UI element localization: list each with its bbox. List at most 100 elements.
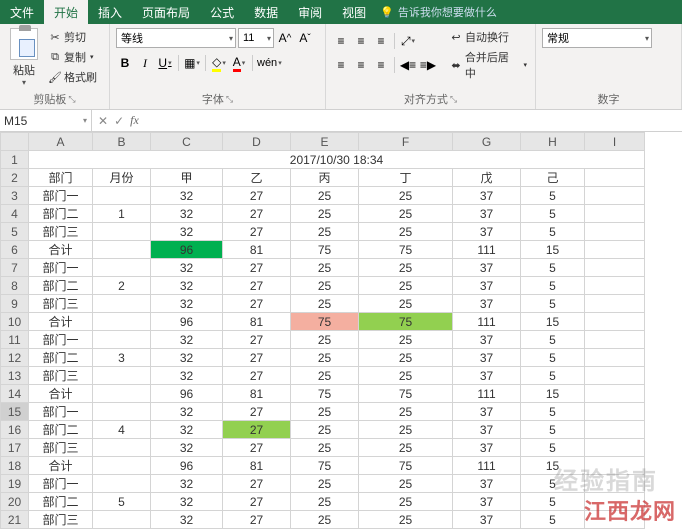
cell-F4[interactable]: 25 xyxy=(359,205,453,223)
cell-A16[interactable]: 部门二 xyxy=(29,421,93,439)
cell-G8[interactable]: 37 xyxy=(453,277,521,295)
cell-I15[interactable] xyxy=(585,403,645,421)
align-left-button[interactable]: ≡ xyxy=(332,56,350,74)
cell-D19[interactable]: 27 xyxy=(223,475,291,493)
cell-C21[interactable]: 32 xyxy=(151,511,223,529)
cell-D2[interactable]: 乙 xyxy=(223,169,291,187)
cell-H6[interactable]: 15 xyxy=(521,241,585,259)
cell-B16[interactable]: 4 xyxy=(93,421,151,439)
tell-me[interactable]: 💡 告诉我你想要做什么 xyxy=(380,4,497,20)
orientation-button[interactable]: ⤢ xyxy=(399,32,417,50)
cell-G17[interactable]: 37 xyxy=(453,439,521,457)
cell-A14[interactable]: 合计 xyxy=(29,385,93,403)
cell-B14[interactable] xyxy=(93,385,151,403)
cell-B3[interactable] xyxy=(93,187,151,205)
tab-file[interactable]: 文件 xyxy=(0,0,44,25)
cell-G3[interactable]: 37 xyxy=(453,187,521,205)
row-header-20[interactable]: 20 xyxy=(1,493,29,511)
cell-F8[interactable]: 25 xyxy=(359,277,453,295)
align-top-button[interactable]: ≡ xyxy=(332,32,350,50)
cell-G11[interactable]: 37 xyxy=(453,331,521,349)
cell-I6[interactable] xyxy=(585,241,645,259)
cell-B20[interactable]: 5 xyxy=(93,493,151,511)
cell-E7[interactable]: 25 xyxy=(291,259,359,277)
cell-A18[interactable]: 合计 xyxy=(29,457,93,475)
fill-color-button[interactable]: ◇ xyxy=(210,54,228,72)
cell-A17[interactable]: 部门三 xyxy=(29,439,93,457)
cell-H4[interactable]: 5 xyxy=(521,205,585,223)
cell-B13[interactable] xyxy=(93,367,151,385)
cell-H3[interactable]: 5 xyxy=(521,187,585,205)
cell-C18[interactable]: 96 xyxy=(151,457,223,475)
row-header-6[interactable]: 6 xyxy=(1,241,29,259)
alignment-launcher[interactable]: ⤡ xyxy=(450,94,457,105)
cell-D4[interactable]: 27 xyxy=(223,205,291,223)
decrease-indent-button[interactable]: ◀≡ xyxy=(399,56,417,74)
cell-I21[interactable] xyxy=(585,511,645,529)
cell-G21[interactable]: 37 xyxy=(453,511,521,529)
cell-I4[interactable] xyxy=(585,205,645,223)
cell-D12[interactable]: 27 xyxy=(223,349,291,367)
underline-button[interactable]: U xyxy=(156,54,174,72)
cell-H8[interactable]: 5 xyxy=(521,277,585,295)
cell-C14[interactable]: 96 xyxy=(151,385,223,403)
cell-C17[interactable]: 32 xyxy=(151,439,223,457)
cell-D9[interactable]: 27 xyxy=(223,295,291,313)
cell-G10[interactable]: 111 xyxy=(453,313,521,331)
cell-C15[interactable]: 32 xyxy=(151,403,223,421)
cell-I19[interactable] xyxy=(585,475,645,493)
cell-I12[interactable] xyxy=(585,349,645,367)
cell-G5[interactable]: 37 xyxy=(453,223,521,241)
cell-F13[interactable]: 25 xyxy=(359,367,453,385)
cell-H17[interactable]: 5 xyxy=(521,439,585,457)
cell-I11[interactable] xyxy=(585,331,645,349)
cell-merged-header[interactable]: 2017/10/30 18:34 xyxy=(29,151,645,169)
cell-G6[interactable]: 111 xyxy=(453,241,521,259)
row-header-12[interactable]: 12 xyxy=(1,349,29,367)
cell-I14[interactable] xyxy=(585,385,645,403)
cell-C3[interactable]: 32 xyxy=(151,187,223,205)
cell-E8[interactable]: 25 xyxy=(291,277,359,295)
row-header-19[interactable]: 19 xyxy=(1,475,29,493)
phonetic-button[interactable]: wén xyxy=(257,54,282,72)
row-header-9[interactable]: 9 xyxy=(1,295,29,313)
clipboard-launcher[interactable]: ⤡ xyxy=(68,94,75,105)
cell-B6[interactable] xyxy=(93,241,151,259)
cell-G9[interactable]: 37 xyxy=(453,295,521,313)
format-painter-button[interactable]: 🖌格式刷 xyxy=(46,68,99,86)
cell-H13[interactable]: 5 xyxy=(521,367,585,385)
cell-I18[interactable] xyxy=(585,457,645,475)
cell-E2[interactable]: 丙 xyxy=(291,169,359,187)
cell-F19[interactable]: 25 xyxy=(359,475,453,493)
cell-E3[interactable]: 25 xyxy=(291,187,359,205)
cell-F5[interactable]: 25 xyxy=(359,223,453,241)
number-format-combo[interactable]: 常规▾ xyxy=(542,28,652,48)
align-middle-button[interactable]: ≡ xyxy=(352,32,370,50)
cell-F15[interactable]: 25 xyxy=(359,403,453,421)
cell-C8[interactable]: 32 xyxy=(151,277,223,295)
cell-E20[interactable]: 25 xyxy=(291,493,359,511)
name-box[interactable]: M15▾ xyxy=(0,110,92,131)
cell-D3[interactable]: 27 xyxy=(223,187,291,205)
cell-E17[interactable]: 25 xyxy=(291,439,359,457)
cell-E14[interactable]: 75 xyxy=(291,385,359,403)
cell-A3[interactable]: 部门一 xyxy=(29,187,93,205)
cell-C10[interactable]: 96 xyxy=(151,313,223,331)
col-header-A[interactable]: A xyxy=(29,133,93,151)
cell-H15[interactable]: 5 xyxy=(521,403,585,421)
cut-button[interactable]: ✂剪切 xyxy=(46,28,99,46)
tab-layout[interactable]: 页面布局 xyxy=(132,0,200,25)
cell-E4[interactable]: 25 xyxy=(291,205,359,223)
cell-I2[interactable] xyxy=(585,169,645,187)
cell-I10[interactable] xyxy=(585,313,645,331)
col-header-E[interactable]: E xyxy=(291,133,359,151)
cell-B9[interactable] xyxy=(93,295,151,313)
italic-button[interactable]: I xyxy=(136,54,154,72)
cell-H16[interactable]: 5 xyxy=(521,421,585,439)
row-header-14[interactable]: 14 xyxy=(1,385,29,403)
cell-B12[interactable]: 3 xyxy=(93,349,151,367)
cell-E10[interactable]: 75 xyxy=(291,313,359,331)
increase-font-button[interactable]: A^ xyxy=(276,29,294,47)
cell-B5[interactable] xyxy=(93,223,151,241)
cell-G7[interactable]: 37 xyxy=(453,259,521,277)
